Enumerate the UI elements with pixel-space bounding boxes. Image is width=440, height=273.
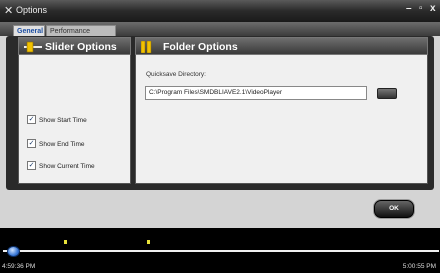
show-end-time-checkbox[interactable]: ✓ Show End Time — [27, 139, 85, 150]
end-time-label: 5:00:55 PM — [402, 263, 436, 270]
slider-options-panel: Slider Options ✓ Show Start Time ✓ Show En… — [18, 37, 131, 184]
timeline-track[interactable] — [3, 250, 439, 252]
ok-button[interactable]: OK — [374, 200, 414, 218]
window-title: Options — [16, 5, 48, 15]
tab-content: Slider Options ✓ Show Start Time ✓ Show En… — [6, 36, 434, 190]
folder-options-header: Folder Options — [135, 37, 428, 55]
timeline-marker[interactable] — [146, 240, 150, 244]
show-current-time-checkbox[interactable]: ✓ Show Current Time — [27, 161, 95, 172]
folder-options-panel: Folder Options Quicksave Directory: C:\P… — [135, 37, 428, 184]
slider-icon — [24, 41, 42, 53]
app-icon: ✕ — [4, 5, 14, 17]
show-end-time-label: Show End Time — [39, 141, 85, 149]
folder-icon — [141, 41, 152, 53]
start-time-label: 4:59:36 PM — [2, 263, 36, 270]
slider-options-title: Slider Options — [45, 41, 117, 53]
folder-options-title: Folder Options — [163, 41, 238, 53]
checkbox-box[interactable]: ✓ — [27, 161, 36, 170]
timeline-marker[interactable] — [64, 240, 68, 244]
options-window: ✕ Options – ▫ x General Performance Sett… — [0, 0, 440, 228]
slider-options-header: Slider Options — [18, 37, 131, 55]
checkbox-box[interactable]: ✓ — [27, 115, 36, 124]
maximize-button[interactable]: ▫ — [419, 3, 423, 14]
tab-general[interactable]: General — [13, 25, 45, 36]
show-current-time-label: Show Current Time — [39, 163, 95, 171]
show-start-time-checkbox[interactable]: ✓ Show Start Time — [27, 115, 87, 126]
browse-button[interactable] — [377, 88, 397, 99]
tab-strip: General Performance Settings — [0, 22, 440, 46]
quicksave-directory-label: Quicksave Directory: — [146, 71, 206, 78]
timeline-bar: 4:59:36 PM 5:00:55 PM — [0, 228, 440, 273]
show-start-time-label: Show Start Time — [39, 117, 87, 125]
minimize-button[interactable]: – — [406, 3, 412, 14]
title-bar: ✕ Options – ▫ x — [0, 0, 440, 22]
tab-performance-settings[interactable]: Performance Settings — [46, 25, 116, 46]
close-button[interactable]: x — [430, 3, 436, 14]
timeline-thumb[interactable] — [6, 246, 20, 257]
quicksave-directory-input[interactable]: C:\Program Files\SMDBLIAVE2.1\VideoPlaye… — [145, 86, 367, 100]
checkbox-box[interactable]: ✓ — [27, 139, 36, 148]
